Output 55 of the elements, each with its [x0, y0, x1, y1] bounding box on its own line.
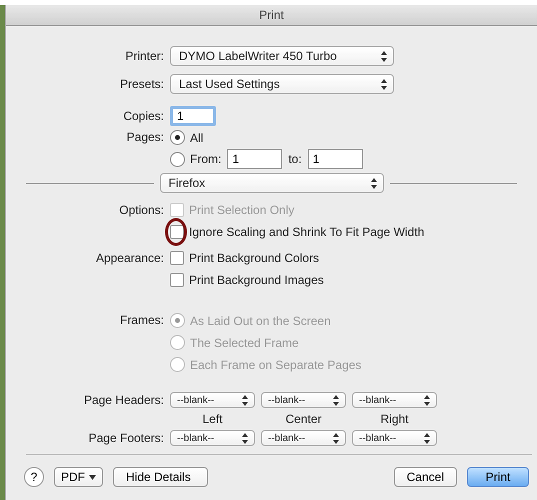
stepper-icon — [424, 394, 430, 406]
header-select[interactable]: --blank-- — [170, 392, 255, 408]
section-label: Appearance: — [94, 251, 164, 265]
cancel-button[interactable]: Cancel — [394, 467, 457, 487]
radio-label: Each Frame on Separate Pages — [190, 358, 362, 372]
stepper-icon — [333, 432, 339, 444]
radio-label: As Laid Out on the Screen — [190, 314, 331, 328]
footer-select[interactable]: --blank-- — [170, 430, 255, 446]
window-title: Print — [6, 5, 537, 26]
printer-select[interactable]: DYMO LabelWriter 450 Turbo — [170, 46, 394, 66]
checkbox-label: Ignore Scaling and Shrink To Fit Page Width — [189, 225, 424, 239]
header-select[interactable]: --blank-- — [352, 392, 437, 408]
pdf-button[interactable]: PDF — [54, 467, 103, 487]
section-label: Frames: — [118, 313, 164, 327]
column-label: Right — [379, 412, 410, 426]
stepper-icon — [242, 432, 248, 444]
copies-field[interactable]: 1 — [170, 106, 216, 126]
checkbox[interactable] — [170, 225, 184, 239]
section-select[interactable]: Firefox — [160, 173, 384, 193]
help-button[interactable]: ? — [24, 467, 44, 487]
stepper-icon — [381, 78, 387, 90]
checkbox-label: Print Selection Only — [189, 203, 294, 217]
checkbox-label: Print Background Images — [189, 273, 324, 287]
field-label: Copies: — [122, 109, 164, 123]
footer-select[interactable]: --blank-- — [352, 430, 437, 446]
header-select[interactable]: --blank-- — [261, 392, 346, 408]
stepper-icon — [333, 394, 339, 406]
checkbox-label: Print Background Colors — [189, 251, 320, 265]
caret-icon — [89, 474, 96, 480]
column-label: Left — [201, 412, 224, 426]
field-label: to: — [288, 152, 302, 166]
presets-select[interactable]: Last Used Settings — [170, 74, 394, 94]
radio-button[interactable] — [170, 130, 185, 145]
field-label: Printer: — [124, 49, 164, 63]
print-button[interactable]: Print — [467, 467, 529, 487]
hide-details-button[interactable]: Hide Details — [113, 467, 208, 487]
stepper-icon — [370, 178, 376, 188]
radio-button[interactable] — [170, 152, 185, 166]
stepper-icon — [381, 50, 387, 62]
to-field[interactable]: 1 — [308, 149, 363, 169]
stepper-icon — [242, 394, 248, 406]
section-label: Options: — [118, 203, 164, 217]
radio-label: From: — [190, 152, 222, 166]
from-field[interactable]: 1 — [227, 149, 282, 169]
field-label: Page Footers: — [88, 431, 164, 445]
footer-select[interactable]: --blank-- — [261, 430, 346, 446]
checkbox[interactable] — [170, 273, 184, 287]
stepper-icon — [424, 432, 430, 444]
field-label: Pages: — [126, 130, 164, 144]
radio-label: All — [190, 130, 204, 144]
checkbox[interactable] — [170, 251, 184, 265]
radio-label: The Selected Frame — [190, 336, 299, 350]
field-label: Page Headers: — [82, 393, 164, 407]
field-label: Presets: — [118, 77, 164, 91]
column-label: Center — [284, 412, 323, 426]
